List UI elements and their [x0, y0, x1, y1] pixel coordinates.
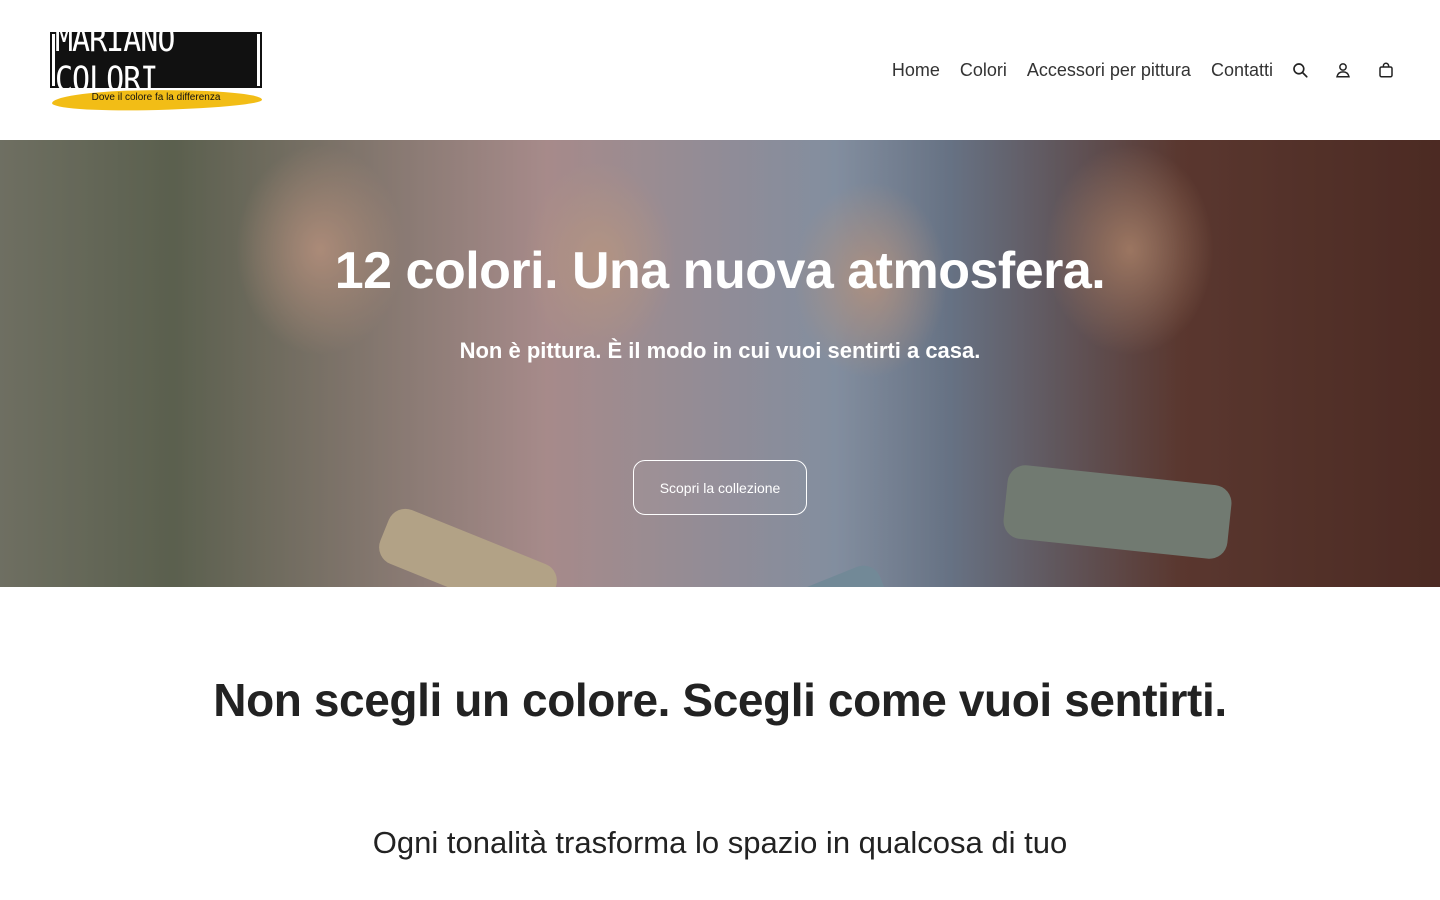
nav-colori[interactable]: Colori — [960, 58, 1007, 82]
search-button[interactable] — [1288, 58, 1312, 82]
hero-subtitle: Non è pittura. È il modo in cui vuoi sen… — [459, 338, 981, 363]
hero-banner: 12 colori. Una nuova atmosfera. Non è pi… — [0, 140, 1440, 587]
nav-home[interactable]: Home — [892, 58, 940, 82]
logo-tagline: Dove il colore fa la differenza — [91, 92, 221, 103]
account-button[interactable] — [1331, 58, 1355, 82]
section-subheading: Ogni tonalità trasforma lo spazio in qua… — [372, 825, 1068, 860]
account-icon — [1336, 63, 1350, 78]
nav-accessori[interactable]: Accessori per pittura — [1027, 58, 1191, 82]
cart-icon — [1379, 62, 1393, 78]
hero-title: 12 colori. Una nuova atmosfera. — [334, 242, 1106, 300]
search-icon — [1293, 63, 1308, 78]
cart-button[interactable] — [1374, 58, 1398, 82]
header-icons — [1288, 58, 1417, 82]
site-logo[interactable]: MARIANO COLORI Dove il colore fa la diff… — [50, 20, 263, 114]
site-header: MARIANO COLORI Dove il colore fa la diff… — [0, 0, 1440, 140]
main-nav: Home Colori Accessori per pittura Contat… — [892, 58, 1273, 82]
nav-contatti[interactable]: Contatti — [1211, 58, 1273, 82]
section-heading: Non scegli un colore. Scegli come vuoi s… — [213, 674, 1227, 726]
logo-box: MARIANO COLORI — [50, 20, 262, 100]
logo-text: MARIANO COLORI — [55, 20, 257, 100]
discover-collection-button[interactable]: Scopri la collezione — [633, 460, 807, 515]
